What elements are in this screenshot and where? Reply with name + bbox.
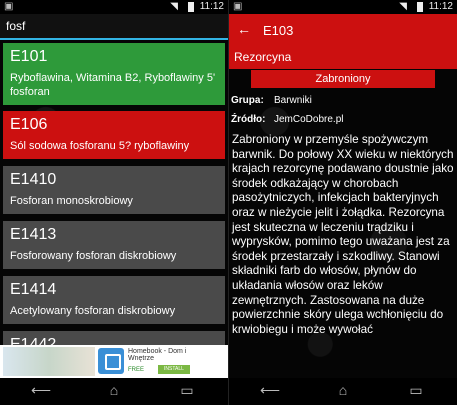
status-bar: ▣ ◥ 11:12 — [229, 0, 457, 14]
description-text: Zabroniony w przemyśle spożywczym barwni… — [232, 133, 454, 336]
status-badge: Zabroniony — [251, 70, 435, 88]
ad-title: Homebook - Dom i Wnętrze — [128, 348, 187, 362]
ad-image — [3, 347, 95, 376]
list-item[interactable]: E1413 Fosforowany fosforan diskrobiowy — [3, 221, 225, 269]
list-item[interactable]: E106 Sól sodowa fosforanu 5? ryboflawiny — [3, 111, 225, 159]
action-bar: ← E103 — [229, 14, 457, 47]
source-link[interactable]: JemCoDobre.pl — [274, 114, 343, 125]
ad-banner[interactable]: Homebook - Dom i Wnętrze FREE INSTALL — [0, 345, 228, 378]
status-bar: ▣ ◥ 11:12 — [0, 0, 228, 14]
list-item[interactable]: E101 Ryboflawina, Witamina B2, Ryboflawi… — [3, 43, 225, 105]
additive-code: E106 — [10, 116, 48, 133]
wifi-icon: ◥ — [399, 1, 407, 12]
back-arrow-icon[interactable]: ← — [237, 21, 251, 37]
notification-icon: ▣ — [4, 1, 14, 12]
notification-icon: ▣ — [233, 1, 243, 12]
recents-nav-icon[interactable]: ▭ — [172, 382, 202, 399]
status-time: 11:12 — [428, 1, 453, 12]
additive-name: Fosforan monoskrobiowy — [10, 195, 133, 207]
additive-code: E1410 — [10, 171, 57, 188]
nav-bar: ⟵ ⌂ ▭ — [0, 378, 228, 405]
home-nav-icon[interactable]: ⌂ — [99, 382, 129, 398]
install-button[interactable]: INSTALL — [158, 365, 190, 374]
list-item[interactable]: E1410 Fosforan monoskrobiowy — [3, 166, 225, 214]
app-icon — [98, 348, 124, 374]
list-item[interactable]: E1414 Acetylowany fosforan diskrobiowy — [3, 276, 225, 324]
battery-icon — [188, 2, 194, 12]
additive-code: E1413 — [10, 226, 57, 243]
group-value: Barwniki — [274, 95, 312, 106]
home-nav-icon[interactable]: ⌂ — [328, 382, 358, 398]
group-row: Grupa: Barwniki — [231, 95, 312, 106]
ad-free-label: FREE — [128, 367, 145, 373]
battery-icon — [417, 2, 423, 12]
status-time: 11:12 — [199, 1, 224, 12]
search-bar — [0, 14, 228, 40]
additive-name: Acetylowany fosforan diskrobiowy — [10, 305, 176, 317]
additive-name: Sól sodowa fosforanu 5? ryboflawiny — [10, 140, 190, 152]
detail-code: E103 — [263, 23, 294, 38]
wifi-icon: ◥ — [170, 1, 178, 12]
source-label: Źródło: — [231, 114, 266, 125]
search-screen: ▣ ◥ 11:12 E101 Ryboflawina, Witamina B2,… — [0, 0, 228, 405]
additive-code: E1414 — [10, 281, 57, 298]
group-label: Grupa: — [231, 95, 264, 106]
additive-name: Fosforowany fosforan diskrobiowy — [10, 250, 177, 262]
detail-name: Rezorcyna — [229, 47, 457, 69]
back-nav-icon[interactable]: ⟵ — [255, 382, 285, 399]
additive-name: Ryboflawina, Witamina B2, Ryboflawiny 5'… — [10, 72, 216, 98]
recents-nav-icon[interactable]: ▭ — [401, 382, 431, 399]
search-input[interactable] — [6, 17, 216, 35]
back-nav-icon[interactable]: ⟵ — [26, 382, 56, 399]
detail-screen: ▣ ◥ 11:12 ← E103 Rezorcyna Zabroniony Gr… — [229, 0, 457, 405]
nav-bar: ⟵ ⌂ ▭ — [229, 378, 457, 405]
additive-code: E101 — [10, 48, 48, 65]
source-row: Źródło: JemCoDobre.pl — [231, 114, 343, 125]
